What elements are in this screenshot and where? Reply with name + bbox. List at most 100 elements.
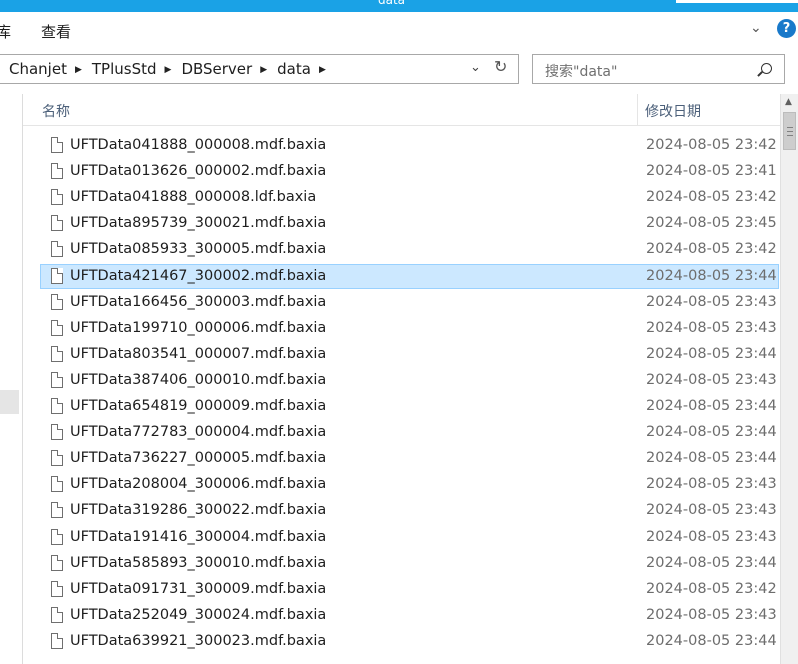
file-row[interactable]: UFTData191416_300004.mdf.baxia 2024-08-05…	[40, 525, 779, 550]
file-icon	[51, 424, 63, 441]
file-row[interactable]: UFTData803541_000007.mdf.baxia 2024-08-05…	[40, 342, 779, 367]
file-name[interactable]: UFTData654819_000009.mdf.baxia	[70, 398, 326, 414]
address-bar[interactable]: Chanjet ▶ TPlusStd ▶ DBServer ▶ data ▶ ⌄ ↻	[0, 54, 519, 84]
breadcrumb-separator-icon[interactable]: ▶	[319, 65, 326, 75]
column-header: 名称 修改日期	[23, 94, 781, 126]
file-name[interactable]: UFTData041888_000008.ldf.baxia	[70, 189, 316, 205]
file-date-modified: 2024-08-05 23:43	[646, 606, 777, 623]
file-row[interactable]: UFTData085933_300005.mdf.baxia 2024-08-05…	[40, 237, 779, 262]
column-header-name[interactable]: 名称	[42, 101, 70, 121]
file-icon	[51, 345, 63, 362]
file-date-modified: 2024-08-05 23:43	[646, 528, 777, 545]
address-history-dropdown-icon[interactable]: ⌄	[470, 60, 481, 75]
title-bar: data	[0, 0, 798, 12]
file-date-modified: 2024-08-05 23:42	[646, 137, 777, 153]
file-icon	[51, 267, 63, 284]
file-date-modified: 2024-08-05 23:43	[646, 371, 777, 388]
file-row[interactable]: UFTData041888_000008.mdf.baxia 2024-08-05…	[40, 133, 779, 158]
file-row[interactable]: UFTData166456_300003.mdf.baxia 2024-08-05…	[40, 290, 779, 315]
breadcrumb-item-chanjet[interactable]: Chanjet	[9, 60, 67, 78]
file-name[interactable]: UFTData041888_000008.mdf.baxia	[70, 137, 326, 153]
file-row[interactable]: UFTData421467_300002.mdf.baxia 2024-08-05…	[40, 263, 779, 289]
file-name[interactable]: UFTData085933_300005.mdf.baxia	[70, 241, 326, 257]
file-name[interactable]: UFTData199710_000006.mdf.baxia	[70, 320, 326, 336]
file-name[interactable]: UFTData772783_000004.mdf.baxia	[70, 424, 326, 440]
file-date-modified: 2024-08-05 23:42	[646, 189, 777, 206]
file-name[interactable]: UFTData166456_300003.mdf.baxia	[70, 294, 326, 310]
breadcrumb-separator-icon[interactable]: ▶	[75, 65, 82, 75]
window-controls[interactable]	[676, 0, 798, 3]
file-name[interactable]: UFTData639921_300023.mdf.baxia	[70, 633, 326, 649]
file-icon	[51, 502, 63, 519]
file-icon	[51, 215, 63, 232]
thumb-grip	[787, 131, 793, 132]
help-icon[interactable]: ?	[777, 19, 796, 38]
file-name[interactable]: UFTData208004_300006.mdf.baxia	[70, 476, 326, 492]
file-name[interactable]: UFTData191416_300004.mdf.baxia	[70, 529, 326, 545]
file-icon	[51, 450, 63, 467]
file-icon	[51, 163, 63, 180]
file-name[interactable]: UFTData013626_000002.mdf.baxia	[70, 163, 326, 179]
file-date-modified: 2024-08-05 23:43	[646, 293, 777, 310]
file-row[interactable]: UFTData199710_000006.mdf.baxia 2024-08-05…	[40, 316, 779, 341]
file-icon	[51, 528, 63, 545]
file-row[interactable]: UFTData654819_000009.mdf.baxia 2024-08-05…	[40, 394, 779, 419]
file-row[interactable]: UFTData585893_300010.mdf.baxia 2024-08-05…	[40, 551, 779, 576]
file-icon	[51, 580, 63, 597]
file-row[interactable]: UFTData639921_300023.mdf.baxia 2024-08-05…	[40, 629, 779, 654]
file-date-modified: 2024-08-05 23:44	[646, 267, 777, 284]
file-row[interactable]: UFTData772783_000004.mdf.baxia 2024-08-05…	[40, 420, 779, 445]
file-icon	[51, 606, 63, 623]
file-icon	[51, 137, 63, 153]
file-icon	[51, 476, 63, 493]
file-row[interactable]: UFTData319286_300022.mdf.baxia 2024-08-05…	[40, 498, 779, 523]
file-row[interactable]: UFTData252049_300024.mdf.baxia 2024-08-05…	[40, 603, 779, 628]
breadcrumb: Chanjet ▶ TPlusStd ▶ DBServer ▶ data ▶	[9, 60, 336, 78]
thumb-grip	[787, 135, 793, 136]
file-icon	[51, 371, 63, 388]
file-row[interactable]: UFTData013626_000002.mdf.baxia 2024-08-05…	[40, 159, 779, 184]
navigation-pane[interactable]	[0, 94, 22, 664]
file-date-modified: 2024-08-05 23:42	[646, 241, 777, 258]
file-date-modified: 2024-08-05 23:42	[646, 580, 777, 597]
file-name[interactable]: UFTData895739_300021.mdf.baxia	[70, 215, 326, 231]
file-date-modified: 2024-08-05 23:44	[646, 424, 777, 441]
file-name[interactable]: UFTData736227_000005.mdf.baxia	[70, 450, 326, 466]
file-date-modified: 2024-08-05 23:44	[646, 345, 777, 362]
file-name[interactable]: UFTData387406_000010.mdf.baxia	[70, 372, 326, 388]
file-name[interactable]: UFTData091731_300009.mdf.baxia	[70, 581, 326, 597]
file-date-modified: 2024-08-05 23:44	[646, 398, 777, 414]
breadcrumb-separator-icon[interactable]: ▶	[260, 65, 267, 75]
breadcrumb-item-tplusstd[interactable]: TPlusStd	[92, 60, 157, 78]
file-row[interactable]: UFTData091731_300009.mdf.baxia 2024-08-05…	[40, 577, 779, 602]
file-name[interactable]: UFTData319286_300022.mdf.baxia	[70, 502, 326, 518]
file-name[interactable]: UFTData421467_300002.mdf.baxia	[70, 268, 326, 284]
column-header-date-modified[interactable]: 修改日期	[645, 101, 701, 121]
breadcrumb-separator-icon[interactable]: ▶	[165, 65, 172, 75]
scrollbar-thumb[interactable]	[783, 112, 796, 150]
file-date-modified: 2024-08-05 23:43	[646, 476, 777, 493]
column-divider[interactable]	[637, 94, 638, 125]
ribbon-tabs: 库 查看 ⌄ ?	[0, 12, 798, 47]
ribbon-tab-view[interactable]: 查看	[41, 21, 71, 42]
file-row[interactable]: UFTData895739_300021.mdf.baxia 2024-08-05…	[40, 211, 779, 236]
breadcrumb-item-dbserver[interactable]: DBServer	[181, 60, 252, 78]
file-icon	[51, 398, 63, 414]
ribbon-expand-chevron-icon[interactable]: ⌄	[750, 20, 762, 36]
file-row[interactable]: UFTData041888_000008.ldf.baxia 2024-08-05…	[40, 185, 779, 210]
file-row[interactable]: UFTData736227_000005.mdf.baxia 2024-08-05…	[40, 446, 779, 471]
search-input[interactable]: 搜索"data"	[532, 54, 785, 84]
nav-selected-item[interactable]	[0, 390, 19, 414]
breadcrumb-item-data[interactable]: data	[277, 60, 311, 78]
file-icon	[51, 241, 63, 258]
refresh-icon[interactable]: ↻	[494, 57, 507, 76]
file-name[interactable]: UFTData585893_300010.mdf.baxia	[70, 555, 326, 571]
file-row[interactable]: UFTData208004_300006.mdf.baxia 2024-08-05…	[40, 472, 779, 497]
search-icon[interactable]	[761, 63, 772, 74]
file-name[interactable]: UFTData803541_000007.mdf.baxia	[70, 346, 326, 362]
scroll-up-arrow-icon[interactable]: ▲	[785, 97, 792, 107]
file-row[interactable]: UFTData387406_000010.mdf.baxia 2024-08-05…	[40, 368, 779, 393]
file-name[interactable]: UFTData252049_300024.mdf.baxia	[70, 607, 326, 623]
vertical-scrollbar[interactable]: ▲	[780, 94, 798, 664]
ribbon-tab-library[interactable]: 库	[0, 21, 11, 42]
